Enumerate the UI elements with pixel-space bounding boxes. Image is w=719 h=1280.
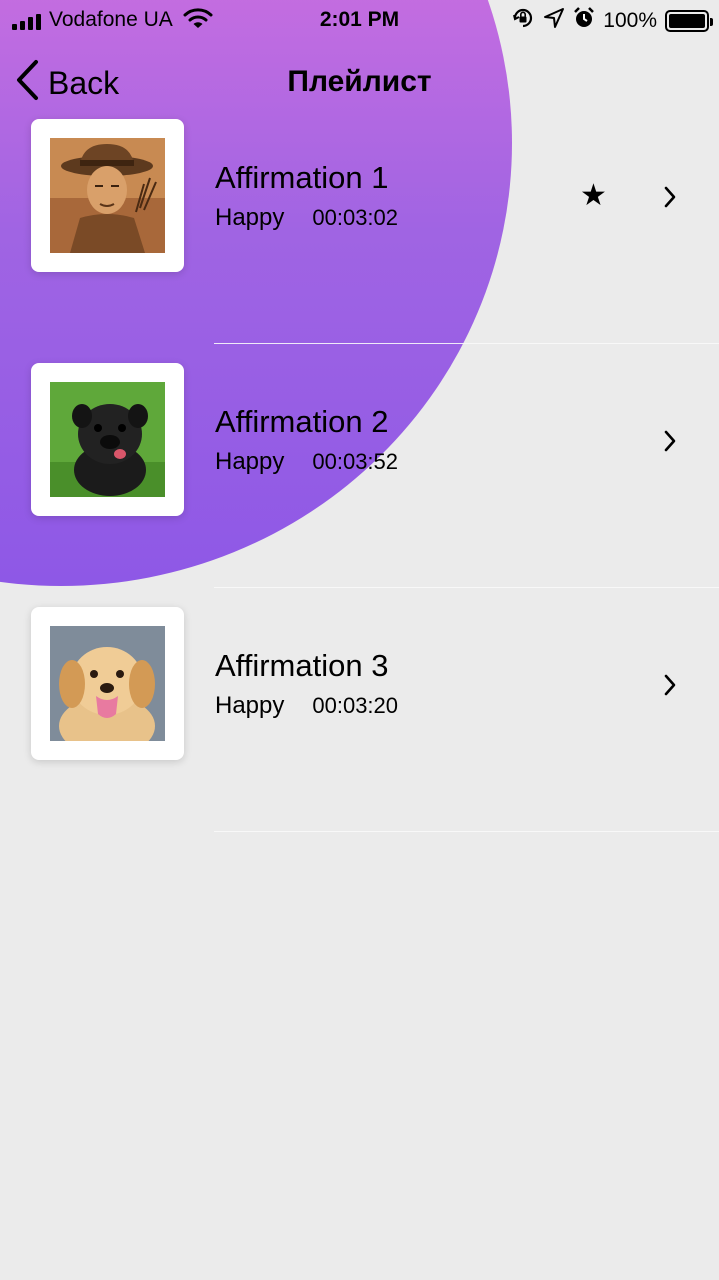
item-duration: 00:03:02 xyxy=(312,205,399,230)
item-mood: Happy xyxy=(215,692,285,719)
row-divider xyxy=(214,831,719,832)
playlist-item[interactable]: Affirmation 1 Happy 00:03:02 ★ xyxy=(0,100,719,344)
item-meta: Happy 00:03:02 xyxy=(215,202,398,234)
signal-icon xyxy=(12,10,41,30)
carrier-name: Vodafone UA xyxy=(49,8,173,31)
item-title: Affirmation 3 xyxy=(215,648,389,683)
thumbnail-image xyxy=(50,138,165,253)
thumbnail-image xyxy=(50,626,165,741)
battery-percentage: 100% xyxy=(603,8,657,32)
playlist: Affirmation 1 Happy 00:03:02 ★ Affirmati… xyxy=(0,100,719,832)
alarm-icon xyxy=(573,6,595,35)
back-button[interactable]: Back xyxy=(14,58,119,107)
status-right: 100% xyxy=(511,6,713,35)
location-icon xyxy=(543,7,565,34)
thumbnail-card xyxy=(31,119,184,272)
thumbnail-card xyxy=(31,363,184,516)
orientation-lock-icon xyxy=(511,6,535,35)
status-left: Vodafone UA xyxy=(12,6,213,34)
thumbnail-image xyxy=(50,382,165,497)
item-mood: Happy xyxy=(215,204,285,231)
item-duration: 00:03:52 xyxy=(312,449,399,474)
screen: Vodafone UA 2:01 PM 100% Back Плейлист A… xyxy=(0,0,719,1280)
favorite-star-icon[interactable]: ★ xyxy=(580,178,607,214)
item-mood: Happy xyxy=(215,448,285,475)
item-title: Affirmation 2 xyxy=(215,404,389,439)
playlist-item[interactable]: Affirmation 3 Happy 00:03:20 xyxy=(0,588,719,832)
status-bar: Vodafone UA 2:01 PM 100% xyxy=(0,0,719,40)
playlist-item[interactable]: Affirmation 2 Happy 00:03:52 xyxy=(0,344,719,588)
item-duration: 00:03:20 xyxy=(312,693,399,718)
wifi-icon xyxy=(183,7,213,34)
thumbnail-card xyxy=(31,607,184,760)
chevron-left-icon xyxy=(14,58,40,107)
navigation-bar: Back Плейлист xyxy=(0,52,719,112)
chevron-right-icon xyxy=(662,672,678,698)
item-meta: Happy 00:03:20 xyxy=(215,690,398,722)
back-label: Back xyxy=(48,64,120,101)
item-meta: Happy 00:03:52 xyxy=(215,446,398,478)
item-title: Affirmation 1 xyxy=(215,160,389,195)
chevron-right-icon xyxy=(662,184,678,210)
chevron-right-icon xyxy=(662,428,678,454)
battery-icon xyxy=(665,9,713,32)
